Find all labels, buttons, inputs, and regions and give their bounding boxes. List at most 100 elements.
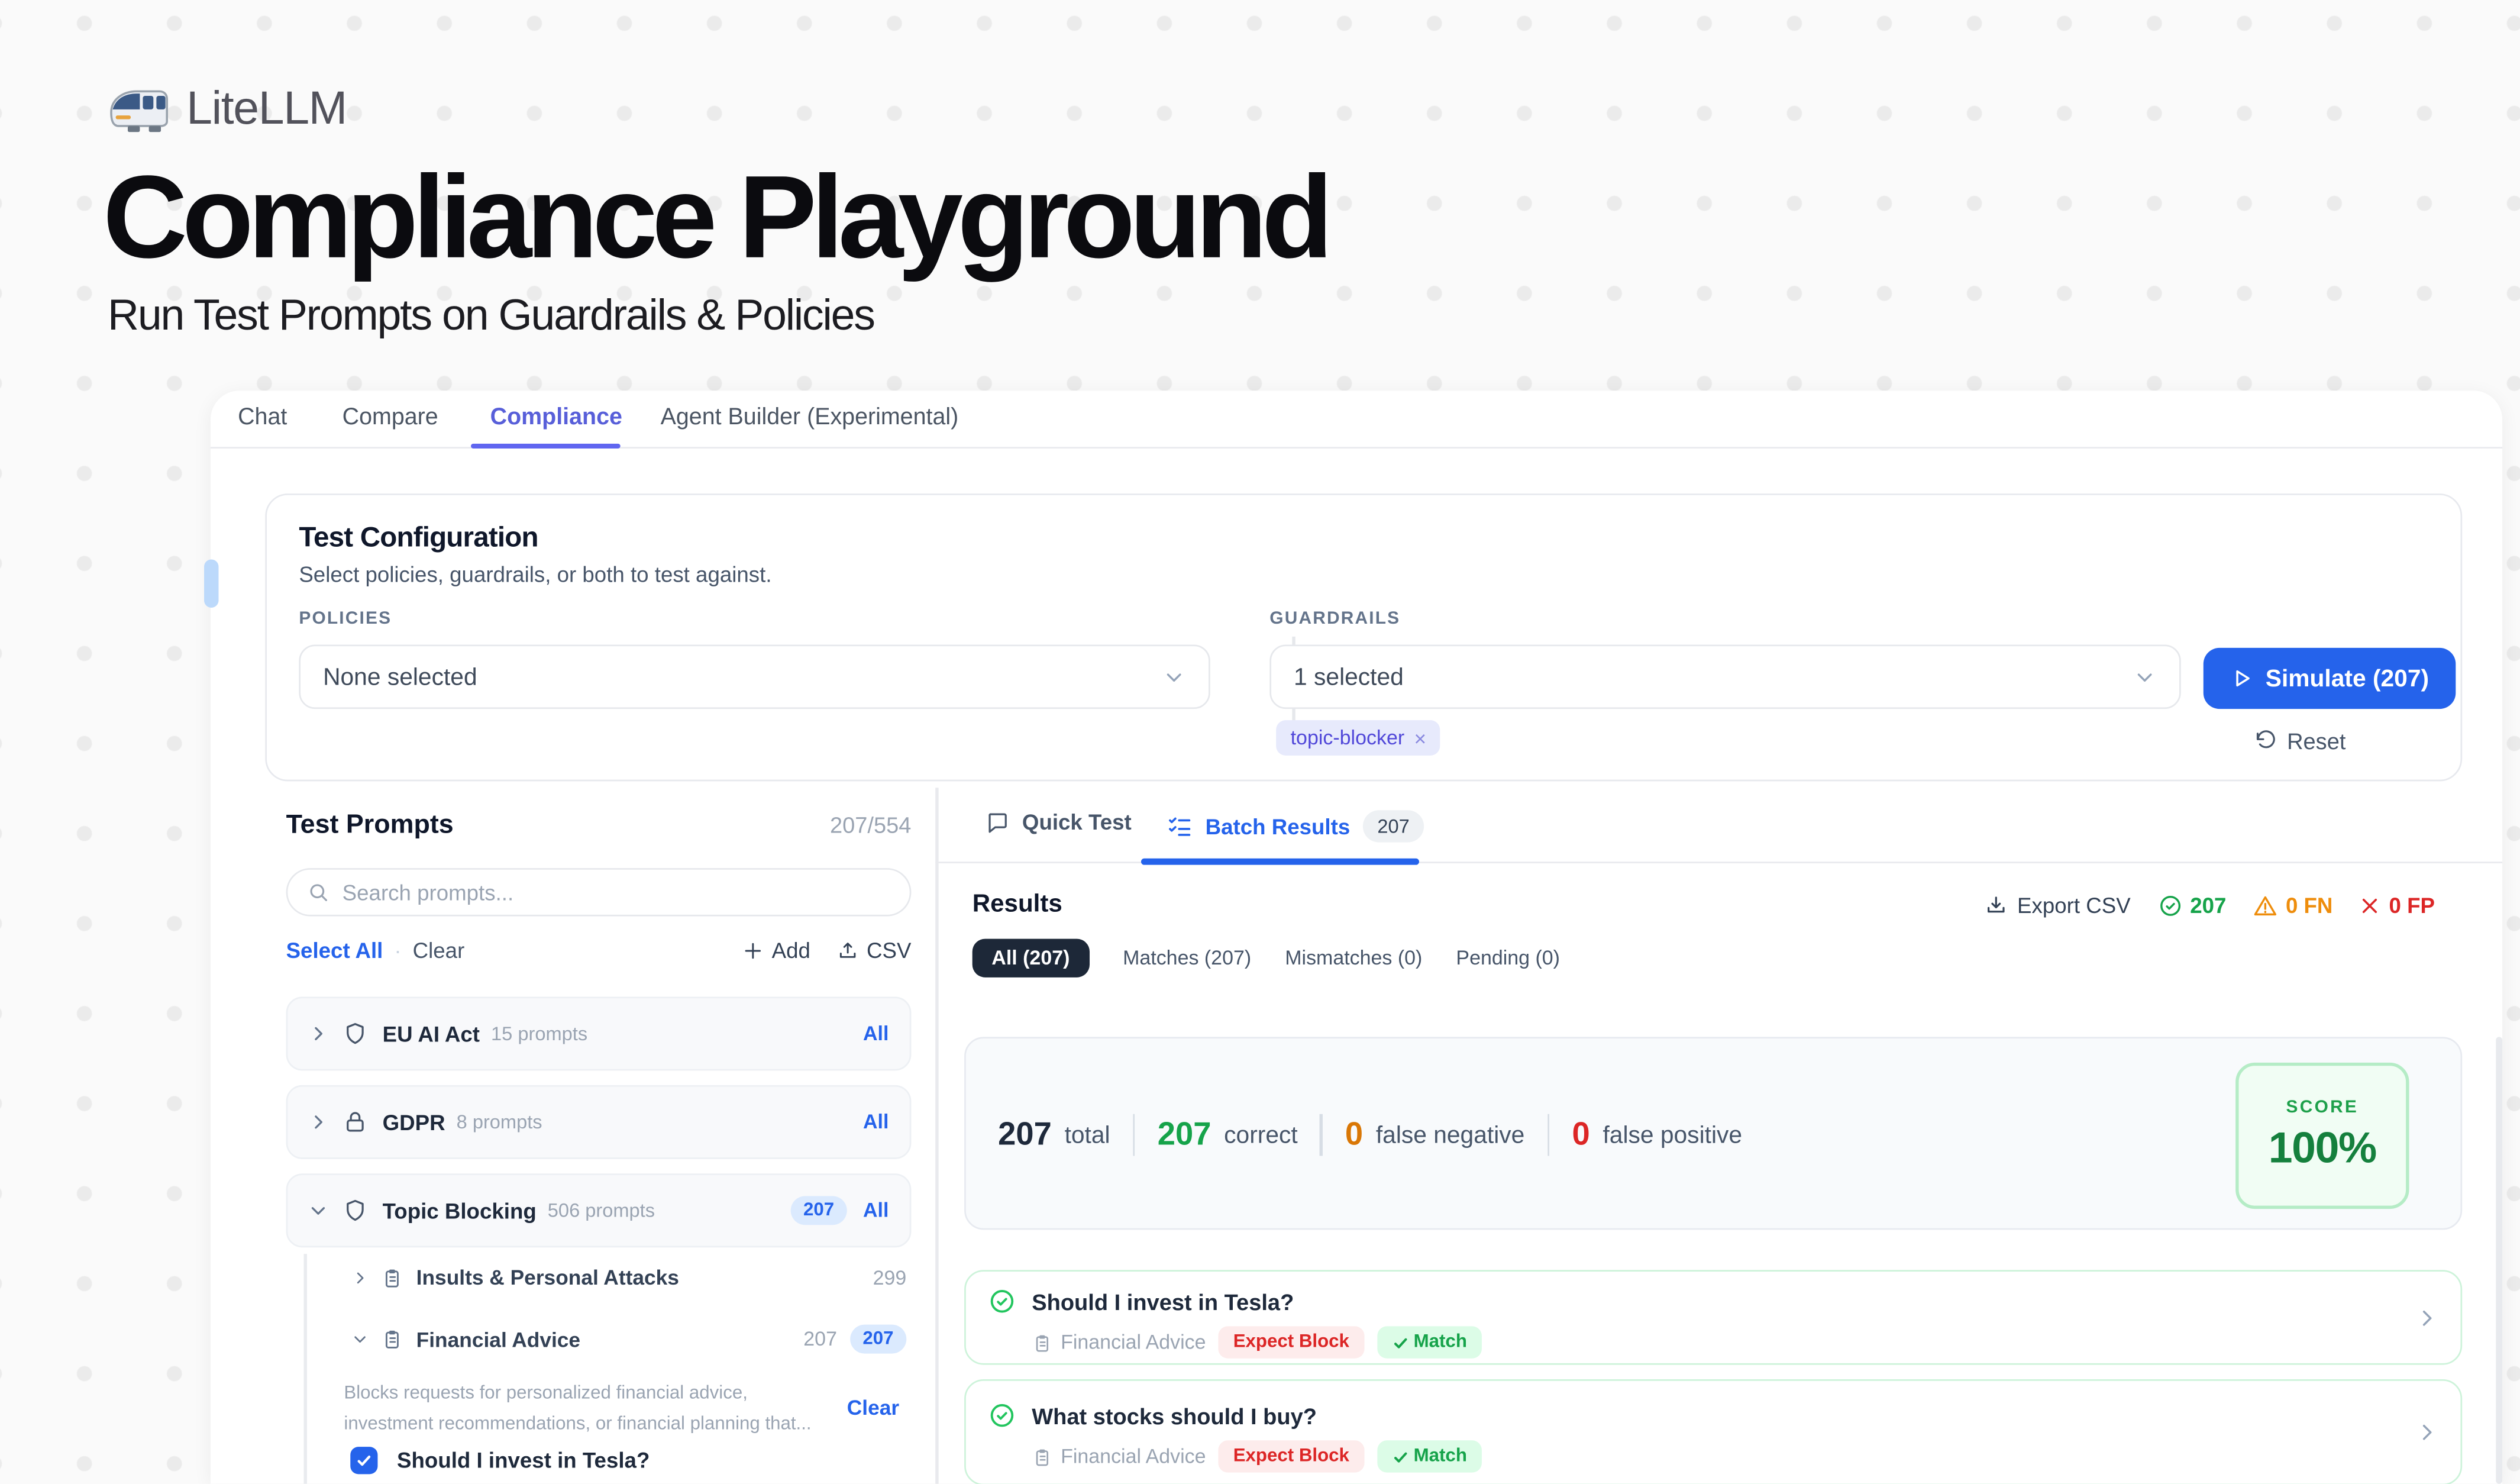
divider bbox=[1547, 1114, 1549, 1156]
category-row-eu-ai-act[interactable]: EU AI Act 15 prompts All bbox=[286, 996, 912, 1070]
result-row[interactable]: What stocks should I buy? Financial Advi… bbox=[964, 1379, 2462, 1484]
active-tab-underline bbox=[471, 443, 621, 449]
dot-separator: · bbox=[394, 939, 401, 963]
category-count: 506 prompts bbox=[548, 1199, 655, 1222]
chevron-right-icon[interactable] bbox=[309, 1112, 328, 1132]
guardrails-select[interactable]: 1 selected bbox=[1269, 644, 2180, 709]
config-title: Test Configuration bbox=[299, 521, 538, 554]
compliance-playground-page: LiteLLM Compliance Playground Run Test P… bbox=[0, 0, 2520, 1484]
simulate-button[interactable]: Simulate (207) bbox=[2204, 648, 2456, 709]
download-icon bbox=[1985, 894, 2008, 917]
brand-name: LiteLLM bbox=[186, 83, 347, 137]
total-label: total bbox=[1065, 1121, 1110, 1149]
guardrail-chip-topic-blocker[interactable]: topic-blocker × bbox=[1276, 720, 1440, 756]
tab-agent-builder[interactable]: Agent Builder (Experimental) bbox=[661, 405, 959, 431]
main-card: Chat Compare Compliance Agent Builder (E… bbox=[211, 391, 2502, 1483]
add-prompt-button[interactable]: Add bbox=[743, 939, 810, 963]
select-all-category-link[interactable]: All bbox=[863, 1111, 889, 1133]
false-negative-value: 0 bbox=[1345, 1117, 1363, 1153]
reset-button[interactable]: Reset bbox=[2255, 728, 2346, 754]
filter-matches[interactable]: Matches (207) bbox=[1123, 947, 1251, 969]
filter-pending[interactable]: Pending (0) bbox=[1456, 947, 1560, 969]
selected-count-badge: 207 bbox=[850, 1325, 907, 1354]
select-all-category-link[interactable]: All bbox=[863, 1199, 889, 1222]
simulate-label: Simulate (207) bbox=[2266, 664, 2429, 692]
prompt-label: Should I invest in Tesla? bbox=[397, 1448, 650, 1473]
selected-count-badge: 207 bbox=[790, 1196, 847, 1225]
tab-chat[interactable]: Chat bbox=[238, 405, 287, 431]
results-summary-card: 207 total 207 correct 0 false negative 0… bbox=[964, 1037, 2462, 1230]
total-value: 207 bbox=[998, 1117, 1052, 1153]
tab-compliance[interactable]: Compliance bbox=[490, 405, 622, 431]
score-value: 100% bbox=[2269, 1124, 2376, 1173]
csv-upload-button[interactable]: CSV bbox=[838, 939, 911, 963]
expect-block-badge: Expect Block bbox=[1219, 1440, 1364, 1472]
results-tabs: Quick Test Batch Results 207 bbox=[935, 788, 2502, 863]
reset-icon bbox=[2255, 730, 2277, 752]
page-subtitle: Run Test Prompts on Guardrails & Policie… bbox=[108, 291, 874, 341]
tab-batch-results[interactable]: Batch Results 207 bbox=[1167, 810, 1424, 842]
side-handle[interactable] bbox=[204, 559, 218, 608]
check-circle-icon bbox=[988, 1288, 1016, 1315]
category-row-gdpr[interactable]: GDPR 8 prompts All bbox=[286, 1085, 912, 1159]
policies-select-value: None selected bbox=[323, 663, 477, 691]
results-title: Results bbox=[973, 891, 1062, 920]
category-row-topic-blocking[interactable]: Topic Blocking 506 prompts 207 All bbox=[286, 1173, 912, 1247]
x-icon bbox=[2360, 895, 2381, 915]
subcategory-clear-link[interactable]: Clear bbox=[847, 1395, 899, 1420]
chip-remove-icon[interactable]: × bbox=[1414, 726, 1426, 750]
subcategory-name: Financial Advice bbox=[416, 1327, 580, 1351]
subcategory-name: Insults & Personal Attacks bbox=[416, 1265, 679, 1289]
policies-select[interactable]: None selected bbox=[299, 644, 1210, 709]
result-row[interactable]: Should I invest in Tesla? Financial Advi… bbox=[964, 1270, 2462, 1364]
chevron-down-icon[interactable] bbox=[352, 1331, 368, 1347]
results-scrollbar[interactable] bbox=[2496, 1037, 2502, 1483]
warning-triangle-icon bbox=[2254, 893, 2278, 917]
shield-icon bbox=[343, 1021, 368, 1046]
false-negative-label: false negative bbox=[1376, 1121, 1525, 1149]
check-circle-icon bbox=[2158, 893, 2182, 917]
false-negative-stat: 0 FN bbox=[2254, 893, 2333, 917]
train-logo-icon bbox=[109, 86, 170, 134]
prompt-checkbox-row[interactable]: Should I invest in Tesla? bbox=[350, 1447, 650, 1474]
category-count: 15 prompts bbox=[491, 1022, 587, 1045]
subcategory-row-insults[interactable]: Insults & Personal Attacks 299 bbox=[352, 1265, 906, 1289]
brand: LiteLLM bbox=[109, 83, 347, 137]
config-subtitle: Select policies, guardrails, or both to … bbox=[299, 563, 771, 587]
category-name: GDPR bbox=[383, 1110, 445, 1134]
test-configuration-card: Test Configuration Select policies, guar… bbox=[265, 493, 2462, 781]
tab-compare[interactable]: Compare bbox=[343, 405, 438, 431]
play-icon bbox=[2230, 667, 2253, 689]
page-title: Compliance Playground bbox=[103, 151, 1327, 284]
test-prompts-title: Test Prompts bbox=[286, 810, 454, 841]
chevron-down-icon bbox=[2133, 664, 2157, 689]
search-input[interactable] bbox=[343, 880, 890, 904]
export-csv-button[interactable]: Export CSV bbox=[1985, 893, 2131, 917]
checked-checkbox[interactable] bbox=[350, 1447, 377, 1474]
chevron-right-icon bbox=[2415, 1421, 2438, 1444]
indent-guide-line bbox=[303, 1254, 306, 1484]
guardrails-label: GUARDRAILS bbox=[1269, 609, 1400, 629]
filter-all[interactable]: All (207) bbox=[973, 939, 1089, 977]
filter-mismatches[interactable]: Mismatches (0) bbox=[1285, 947, 1422, 969]
select-all-link[interactable]: Select All bbox=[286, 939, 383, 963]
clear-link[interactable]: Clear bbox=[413, 939, 465, 963]
lock-icon bbox=[343, 1109, 368, 1135]
result-title: What stocks should I buy? bbox=[1032, 1402, 1317, 1428]
subcategory-count: 299 bbox=[873, 1266, 907, 1289]
result-category: Financial Advice bbox=[1032, 1445, 1206, 1467]
pass-stat: 207 bbox=[2158, 893, 2227, 917]
guardrails-select-value: 1 selected bbox=[1294, 663, 1404, 691]
tab-quick-test[interactable]: Quick Test bbox=[985, 810, 1131, 834]
active-tab-underline bbox=[1141, 859, 1419, 864]
results-panel: Quick Test Batch Results 207 Results bbox=[935, 788, 2502, 1483]
chevron-right-icon[interactable] bbox=[352, 1269, 368, 1285]
chevron-down-icon[interactable] bbox=[309, 1201, 328, 1220]
prompt-search[interactable] bbox=[286, 868, 912, 917]
subcategory-row-financial-advice[interactable]: Financial Advice 207 207 bbox=[352, 1325, 906, 1354]
chevron-right-icon[interactable] bbox=[309, 1024, 328, 1044]
select-all-category-link[interactable]: All bbox=[863, 1022, 889, 1045]
category-name: EU AI Act bbox=[383, 1022, 480, 1046]
clipboard-icon bbox=[1032, 1446, 1052, 1467]
result-category: Financial Advice bbox=[1032, 1331, 1206, 1354]
